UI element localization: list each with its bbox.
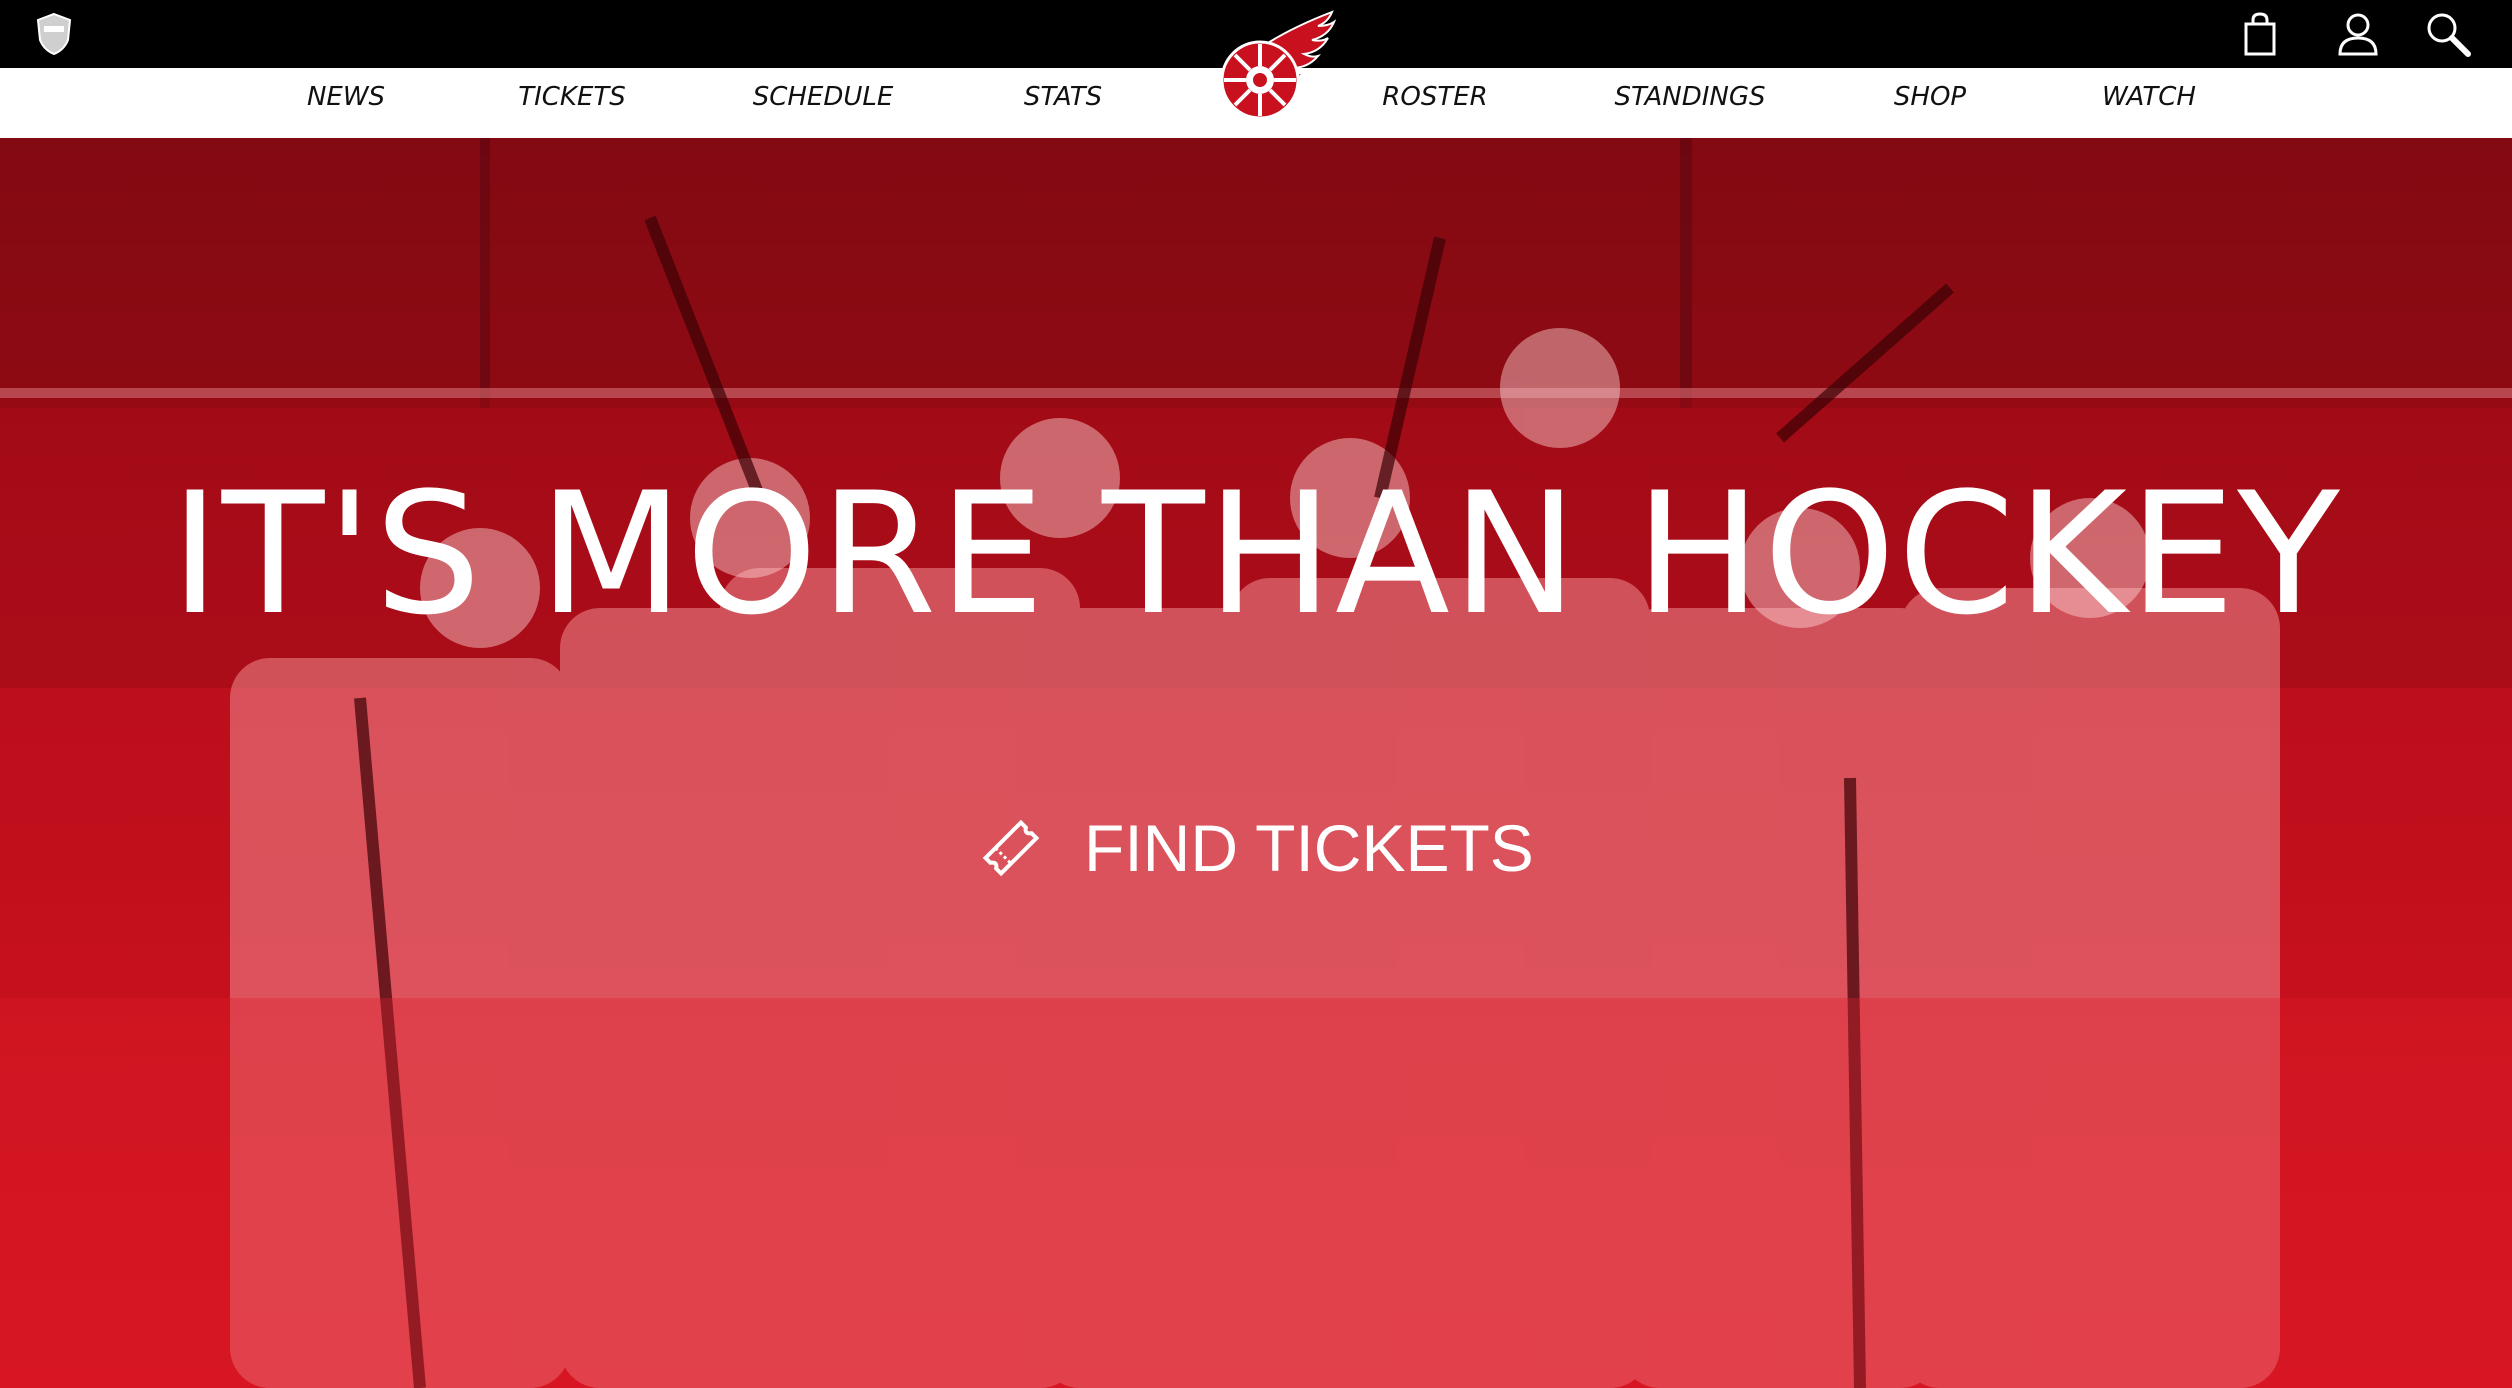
- shopping-bag-icon[interactable]: [2236, 10, 2284, 58]
- nav-item-tickets[interactable]: TICKETS: [518, 68, 626, 138]
- nav-item-stats[interactable]: STATS: [1024, 68, 1102, 138]
- nav-item-schedule[interactable]: SCHEDULE: [753, 68, 894, 138]
- hero-background-photo: [0, 138, 2512, 1388]
- find-tickets-label: FIND TICKETS: [1084, 811, 1534, 885]
- account-icon[interactable]: [2334, 10, 2382, 58]
- ticket-icon: [982, 819, 1040, 877]
- hero-title: IT'S MORE THAN HOCKEY: [170, 456, 2342, 652]
- nhl-shield-icon[interactable]: [34, 12, 74, 56]
- nav-item-news[interactable]: NEWS: [307, 68, 385, 138]
- nav-item-watch[interactable]: WATCH: [2102, 68, 2196, 138]
- search-icon[interactable]: [2424, 10, 2472, 58]
- find-tickets-link[interactable]: FIND TICKETS: [978, 798, 1534, 898]
- hero-banner: IT'S MORE THAN HOCKEY FIND TICKETS: [0, 138, 2512, 1388]
- nav-item-roster[interactable]: ROSTER: [1382, 68, 1487, 138]
- nav-item-shop[interactable]: SHOP: [1894, 68, 1966, 138]
- red-wings-logo-icon[interactable]: [1200, 8, 1338, 124]
- nav-item-standings[interactable]: STANDINGS: [1614, 68, 1765, 138]
